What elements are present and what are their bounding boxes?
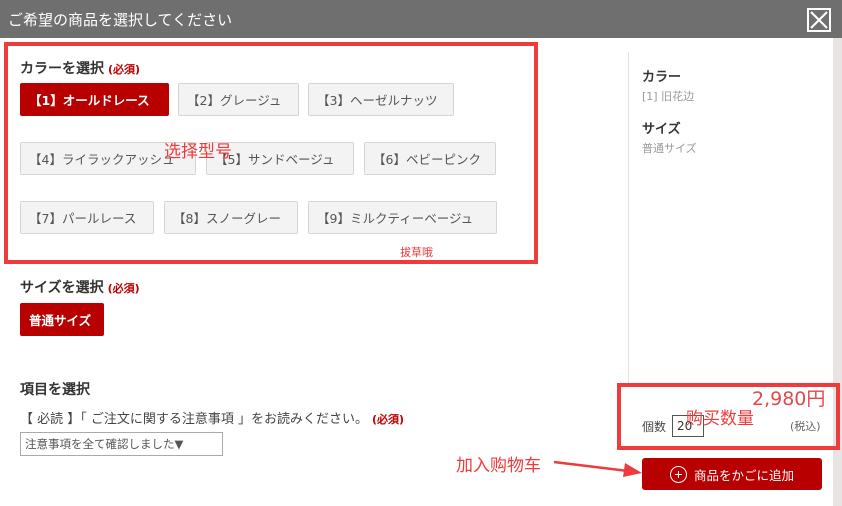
size-option-normal[interactable]: 普通サイズ [20, 303, 104, 336]
annotation-select-model: 选择型号 [164, 142, 232, 162]
plus-circle-icon: + [669, 465, 687, 483]
close-icon [810, 11, 828, 29]
required-badge: (必須) [107, 282, 140, 295]
annotation-add-to-cart: 加入购物车 [456, 456, 541, 476]
dialog-header: ご希望の商品を選択してください [0, 0, 842, 38]
dialog-title: ご希望の商品を選択してください [8, 11, 233, 29]
summary-color-value: [1] 旧花边 [642, 90, 695, 103]
annotation-quantity: 购买数量 [686, 409, 754, 429]
notice-text: 【 必読 】「 ご注文に関する注意事項 」をお読みください。 (必須) [20, 412, 405, 427]
annotation-arrow-icon [553, 460, 642, 477]
summary-size-label: サイズ [642, 122, 681, 137]
item-section-title: 項目を選択 [20, 382, 90, 398]
summary-divider [628, 52, 629, 384]
add-to-cart-button[interactable]: + 商品をかごに追加 [642, 458, 822, 490]
close-button[interactable] [807, 8, 831, 32]
notice-confirm-select[interactable]: 注意事項を全て確認しました▼ [20, 432, 223, 456]
annotation-small-note: 拔草哦 [400, 246, 433, 259]
annotation-color-box [4, 42, 538, 264]
summary-size-value: 普通サイズ [642, 142, 697, 155]
required-badge: (必須) [372, 413, 405, 426]
add-to-cart-label: 商品をかごに追加 [693, 468, 794, 483]
size-section-title: サイズを選択 (必須) [20, 280, 140, 296]
summary-color-label: カラー [642, 70, 682, 85]
